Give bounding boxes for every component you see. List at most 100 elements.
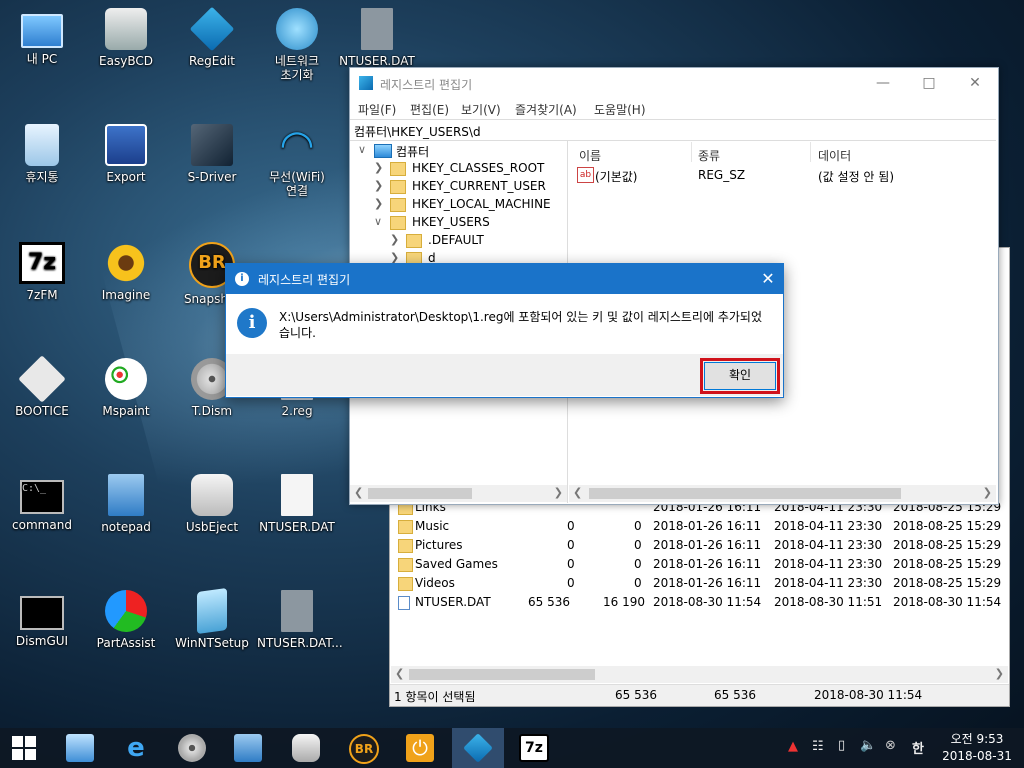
- chevron-right-icon[interactable]: ❯: [374, 197, 386, 210]
- tree-horizontal-scrollbar[interactable]: ❮ ❯: [350, 485, 567, 502]
- desktop-icon-my-pc[interactable]: 내 PC: [2, 8, 82, 66]
- desktop-icon-bootice[interactable]: BOOTICE: [2, 355, 82, 418]
- taskbar-dism[interactable]: [170, 732, 214, 764]
- column-separator: [691, 142, 692, 162]
- close-circle-icon[interactable]: ⊗: [885, 738, 896, 753]
- desktop-icon-notepad[interactable]: notepad: [86, 474, 166, 534]
- console-icon: [20, 596, 64, 630]
- dialog-footer: 확인: [226, 354, 783, 396]
- taskbar-notepad[interactable]: [226, 732, 270, 764]
- floppy-icon: [18, 355, 66, 403]
- scrollbar-thumb[interactable]: [589, 488, 901, 499]
- chevron-right-icon[interactable]: ❯: [374, 161, 386, 174]
- ok-button[interactable]: 확인: [700, 358, 780, 394]
- chevron-down-icon[interactable]: ∨: [374, 215, 386, 228]
- desktop-icon-dismgui[interactable]: DismGUI: [2, 590, 82, 648]
- desktop-icon-s-driver[interactable]: S-Driver: [172, 124, 252, 184]
- desktop-icon-usbeject[interactable]: UsbEject: [172, 474, 252, 534]
- message-dialog[interactable]: i 레지스트리 편집기 ✕ i X:\Users\Administrator\D…: [225, 263, 784, 398]
- address-bar[interactable]: 컴퓨터\HKEY_USERS\d: [350, 119, 996, 141]
- desktop-icon-7zfm[interactable]: 7z 7zFM: [2, 242, 82, 302]
- ime-indicator[interactable]: 한: [912, 738, 924, 757]
- maximize-button[interactable]: □: [906, 68, 952, 98]
- folder-icon: [398, 539, 413, 553]
- menu-help[interactable]: 도움말(H): [594, 101, 646, 118]
- column-data[interactable]: 데이터: [818, 147, 851, 164]
- desktop-icon-network-reset[interactable]: 네트워크 초기화: [257, 8, 337, 82]
- dialog-body: i X:\Users\Administrator\Desktop\1.reg에 …: [226, 294, 783, 354]
- scroll-left-icon[interactable]: ❮: [395, 667, 404, 680]
- minimize-button[interactable]: —: [860, 68, 906, 98]
- desktop-icon-export[interactable]: Export: [86, 124, 166, 184]
- desktop-icon-command[interactable]: C:\_ command: [2, 474, 82, 532]
- volume-icon[interactable]: 🔈: [860, 738, 876, 753]
- taskbar-internet-explorer[interactable]: e: [114, 732, 158, 764]
- desktop-icon-ntuser-dat-2[interactable]: NTUSER.DAT: [257, 474, 337, 534]
- scroll-left-icon[interactable]: ❮: [354, 486, 363, 499]
- desktop-icon-imagine[interactable]: Imagine: [86, 242, 166, 302]
- explorer-horizontal-scrollbar[interactable]: ❮ ❯: [391, 666, 1008, 683]
- scroll-left-icon[interactable]: ❮: [573, 486, 582, 499]
- explorer-status-bar: 1 항목이 선택됨 65 536 65 536 2018-08-30 11:54: [390, 684, 1009, 706]
- menu-file[interactable]: 파일(F): [358, 101, 396, 118]
- folder-icon: [390, 180, 406, 194]
- column-type[interactable]: 종류: [698, 147, 720, 164]
- taskbar-usbeject[interactable]: [284, 732, 328, 764]
- scroll-right-icon[interactable]: ❯: [554, 486, 563, 499]
- desktop-icon-ntuser-dat-3[interactable]: NTUSER.DAT...: [257, 590, 343, 650]
- file-row[interactable]: Saved Games 0 0 2018-01-26 16:11 2018-04-11 …: [390, 555, 1009, 574]
- menu-edit[interactable]: 편집(E): [410, 101, 449, 118]
- dialog-title-bar[interactable]: i 레지스트리 편집기 ✕: [226, 264, 783, 294]
- regedit-icon: [463, 733, 493, 763]
- network-icon[interactable]: ☷: [812, 739, 824, 754]
- info-icon: i: [235, 272, 249, 286]
- window-title-bar[interactable]: 레지스트리 편집기 — □ ✕: [350, 68, 998, 98]
- file-row[interactable]: Videos 0 0 2018-01-26 16:11 2018-04-11 23:30…: [390, 574, 1009, 593]
- desktop-icon-mspaint[interactable]: Mspaint: [86, 358, 166, 418]
- file-row[interactable]: NTUSER.DAT 65 536 16 190 2018-08-30 11:54 20…: [390, 593, 1009, 612]
- notepad-icon: [234, 734, 262, 762]
- close-button[interactable]: ✕: [952, 68, 998, 98]
- network-alert-icon[interactable]: ▲: [788, 739, 798, 754]
- regedit-icon: [359, 76, 373, 90]
- desktop-icon-recycle-bin[interactable]: 휴지통: [2, 124, 82, 184]
- clock[interactable]: 오전 9:53 2018-08-31: [942, 731, 1012, 765]
- chevron-down-icon[interactable]: ∨: [358, 143, 370, 156]
- menu-bar: 파일(F) 편집(E) 보기(V) 즐겨찾기(A) 도움말(H): [350, 98, 998, 118]
- column-name[interactable]: 이름: [579, 147, 601, 164]
- usb-drive-icon[interactable]: ▯: [838, 738, 845, 753]
- paint-icon: [105, 358, 147, 400]
- scroll-right-icon[interactable]: ❯: [983, 486, 992, 499]
- desktop-icon-wifi[interactable]: ◠ 무선(WiFi) 연결: [257, 124, 337, 198]
- dialog-close-button[interactable]: ✕: [753, 264, 783, 294]
- regedit-icon: [189, 6, 235, 52]
- clock-time: 오전 9:53: [950, 732, 1004, 746]
- start-button[interactable]: [2, 732, 46, 764]
- taskbar-power[interactable]: ⏻: [398, 732, 442, 764]
- taskbar-explorer[interactable]: [58, 732, 102, 764]
- file-row[interactable]: Music 0 0 2018-01-26 16:11 2018-04-11 23:30 2…: [390, 517, 1009, 536]
- taskbar-7zip[interactable]: 7z: [512, 732, 556, 764]
- chevron-right-icon[interactable]: ❯: [374, 179, 386, 192]
- taskbar-snapshot[interactable]: BR: [342, 732, 386, 764]
- values-horizontal-scrollbar[interactable]: ❮ ❯: [569, 485, 996, 502]
- scrollbar-thumb[interactable]: [409, 669, 595, 680]
- desktop-icon-easybcd[interactable]: EasyBCD: [86, 8, 166, 68]
- 7zip-icon: 7z: [519, 734, 549, 762]
- scroll-right-icon[interactable]: ❯: [995, 667, 1004, 680]
- scrollbar-thumb[interactable]: [368, 488, 472, 499]
- string-value-icon: ab: [577, 167, 594, 183]
- desktop-icon-ntuser-dat[interactable]: NTUSER.DAT: [337, 8, 417, 68]
- taskbar-regedit[interactable]: [452, 728, 504, 768]
- snapshot-icon: BR: [349, 734, 379, 764]
- partition-icon: [105, 590, 147, 632]
- menu-view[interactable]: 보기(V): [461, 101, 501, 118]
- desktop-icon-winntsetup[interactable]: WinNTSetup: [172, 587, 252, 650]
- file-row[interactable]: Pictures 0 0 2018-01-26 16:11 2018-04-11 23:…: [390, 536, 1009, 555]
- dialog-message: X:\Users\Administrator\Desktop\1.reg에 포함…: [279, 310, 762, 340]
- menu-favorites[interactable]: 즐겨찾기(A): [515, 101, 577, 118]
- desktop-icon-partassist[interactable]: PartAssist: [86, 590, 166, 650]
- chevron-right-icon[interactable]: ❯: [390, 233, 402, 246]
- desktop-icon-regedit[interactable]: RegEdit: [172, 6, 252, 68]
- column-separator: [810, 142, 811, 162]
